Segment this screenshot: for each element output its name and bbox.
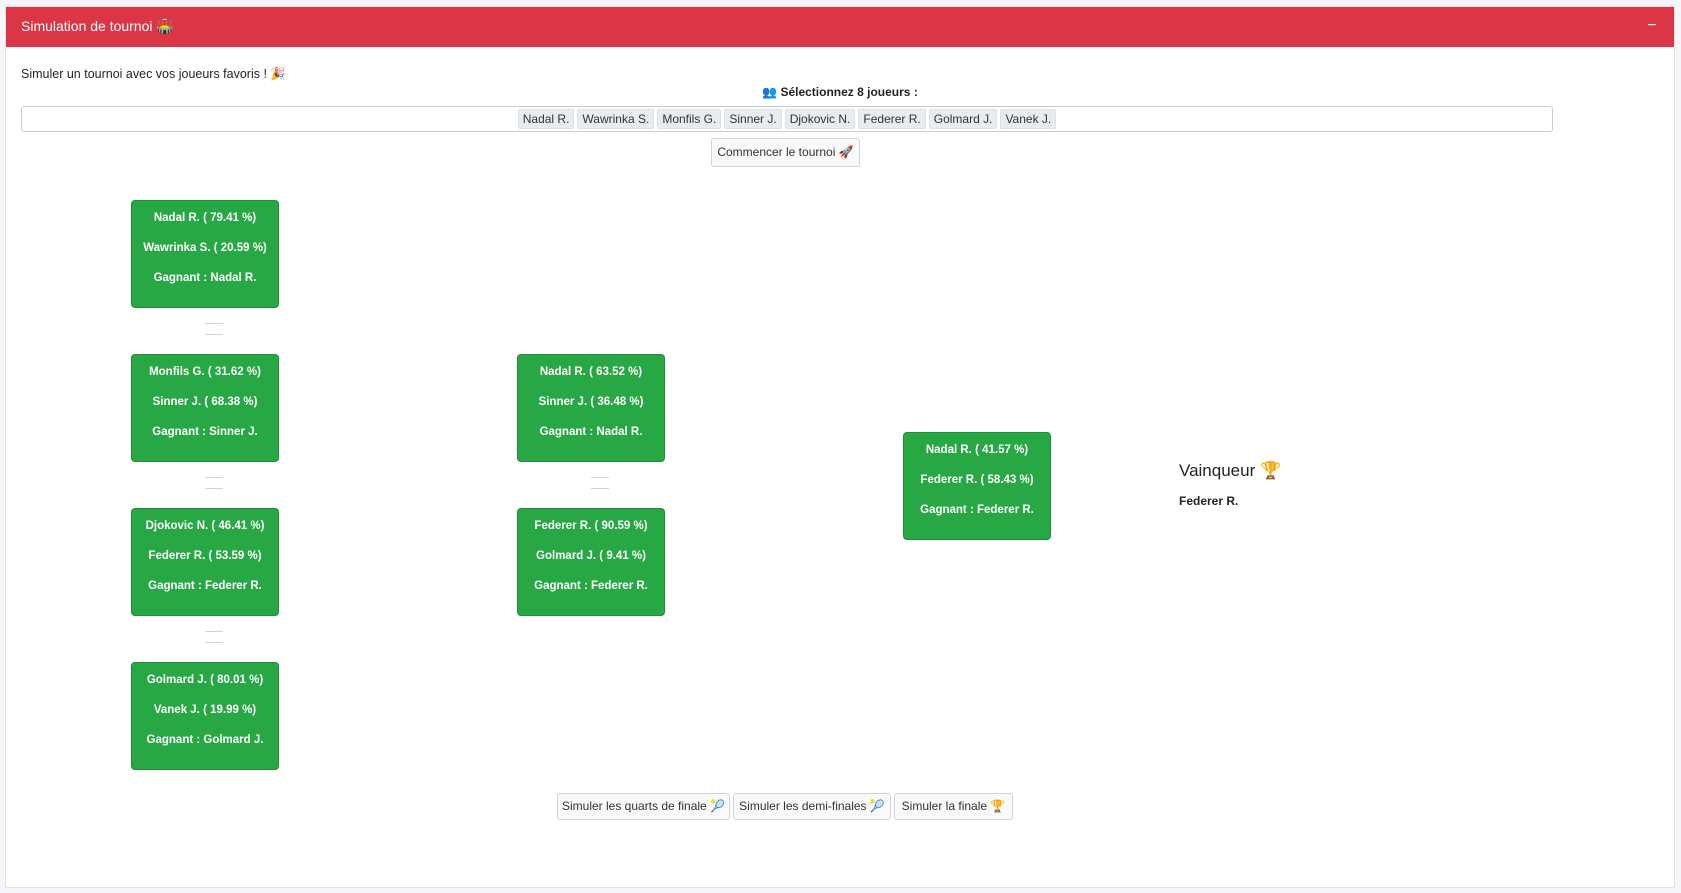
player-picker[interactable]: Nadal R. Wawrinka S. Monfils G. Sinner J… [21,106,1553,132]
match-player-2: Sinner J. ( 68.38 %) [152,396,258,408]
player-chip[interactable]: Djokovic N. [784,109,856,129]
match-player-2: Federer R. ( 58.43 %) [920,474,1034,486]
match-player-2: Wawrinka S. ( 20.59 %) [143,242,267,254]
quarterfinal-match-4: Golmard J. ( 80.01 %) Vanek J. ( 19.99 %… [131,662,279,770]
match-winner: Gagnant : Federer R. [534,580,648,592]
quarterfinal-match-2: Monfils G. ( 31.62 %) Sinner J. ( 68.38 … [131,354,279,462]
quarterfinal-match-3: Djokovic N. ( 46.41 %) Federer R. ( 53.5… [131,508,279,616]
player-chip[interactable]: Wawrinka S. [577,109,655,129]
player-chip[interactable]: Federer R. [858,109,926,129]
bracket-connector [205,323,223,335]
quarterfinal-match-1: Nadal R. ( 79.41 %) Wawrinka S. ( 20.59 … [131,200,279,308]
match-player-2: Sinner J. ( 36.48 %) [538,396,644,408]
match-winner: Gagnant : Federer R. [920,504,1034,516]
match-player-1: Golmard J. ( 80.01 %) [146,674,264,686]
match-player-1: Federer R. ( 90.59 %) [534,520,648,532]
match-winner: Gagnant : Nadal R. [539,426,643,438]
match-player-1: Nadal R. ( 41.57 %) [925,444,1029,456]
match-winner: Gagnant : Federer R. [148,580,262,592]
match-player-1: Djokovic N. ( 46.41 %) [145,520,265,532]
final-match: Nadal R. ( 41.57 %) Federer R. ( 58.43 %… [903,432,1051,540]
player-chip[interactable]: Vanek J. [1000,109,1057,129]
bracket-connector [591,477,609,489]
champion-name: Federer R. [1179,494,1239,508]
player-chip[interactable]: Golmard J. [928,109,998,129]
match-player-2: Vanek J. ( 19.99 %) [153,704,257,716]
match-winner: Gagnant : Sinner J. [152,426,258,438]
bracket-connector [205,631,223,643]
player-chip[interactable]: Monfils G. [657,109,722,129]
bracket-connector [205,477,223,489]
simulate-semifinals-button[interactable]: Simuler les demi-finales 🎾 [733,793,891,820]
player-chip[interactable]: Sinner J. [724,109,782,129]
match-player-2: Golmard J. ( 9.41 %) [536,550,646,562]
match-player-1: Nadal R. ( 63.52 %) [539,366,643,378]
match-winner: Gagnant : Golmard J. [146,734,264,746]
match-player-1: Monfils G. ( 31.62 %) [149,366,261,378]
simulate-final-button[interactable]: Simuler la finale 🏆 [894,793,1013,820]
champion-title: Vainqueur 🏆 [1179,461,1282,480]
semifinal-match-2: Federer R. ( 90.59 %) Golmard J. ( 9.41 … [517,508,665,616]
player-select-label: 👥 Sélectionnez 8 joueurs : [762,85,918,99]
start-tournament-button[interactable]: Commencer le tournoi 🚀 [711,138,860,167]
semifinal-match-1: Nadal R. ( 63.52 %) Sinner J. ( 36.48 %)… [517,354,665,462]
match-player-1: Nadal R. ( 79.41 %) [153,212,257,224]
tournament-card: Simulation de tournoi 🏟️ − Simuler un to… [5,6,1675,888]
card-header: Simulation de tournoi 🏟️ − [6,7,1674,47]
match-player-2: Federer R. ( 53.59 %) [148,550,262,562]
match-winner: Gagnant : Nadal R. [153,272,257,284]
simulate-quarterfinals-button[interactable]: Simuler les quarts de finale 🎾 [557,793,730,820]
collapse-button[interactable]: − [1642,15,1662,37]
card-title: Simulation de tournoi 🏟️ [21,18,174,34]
intro-text: Simuler un tournoi avec vos joueurs favo… [21,67,286,81]
player-chip[interactable]: Nadal R. [517,109,575,129]
